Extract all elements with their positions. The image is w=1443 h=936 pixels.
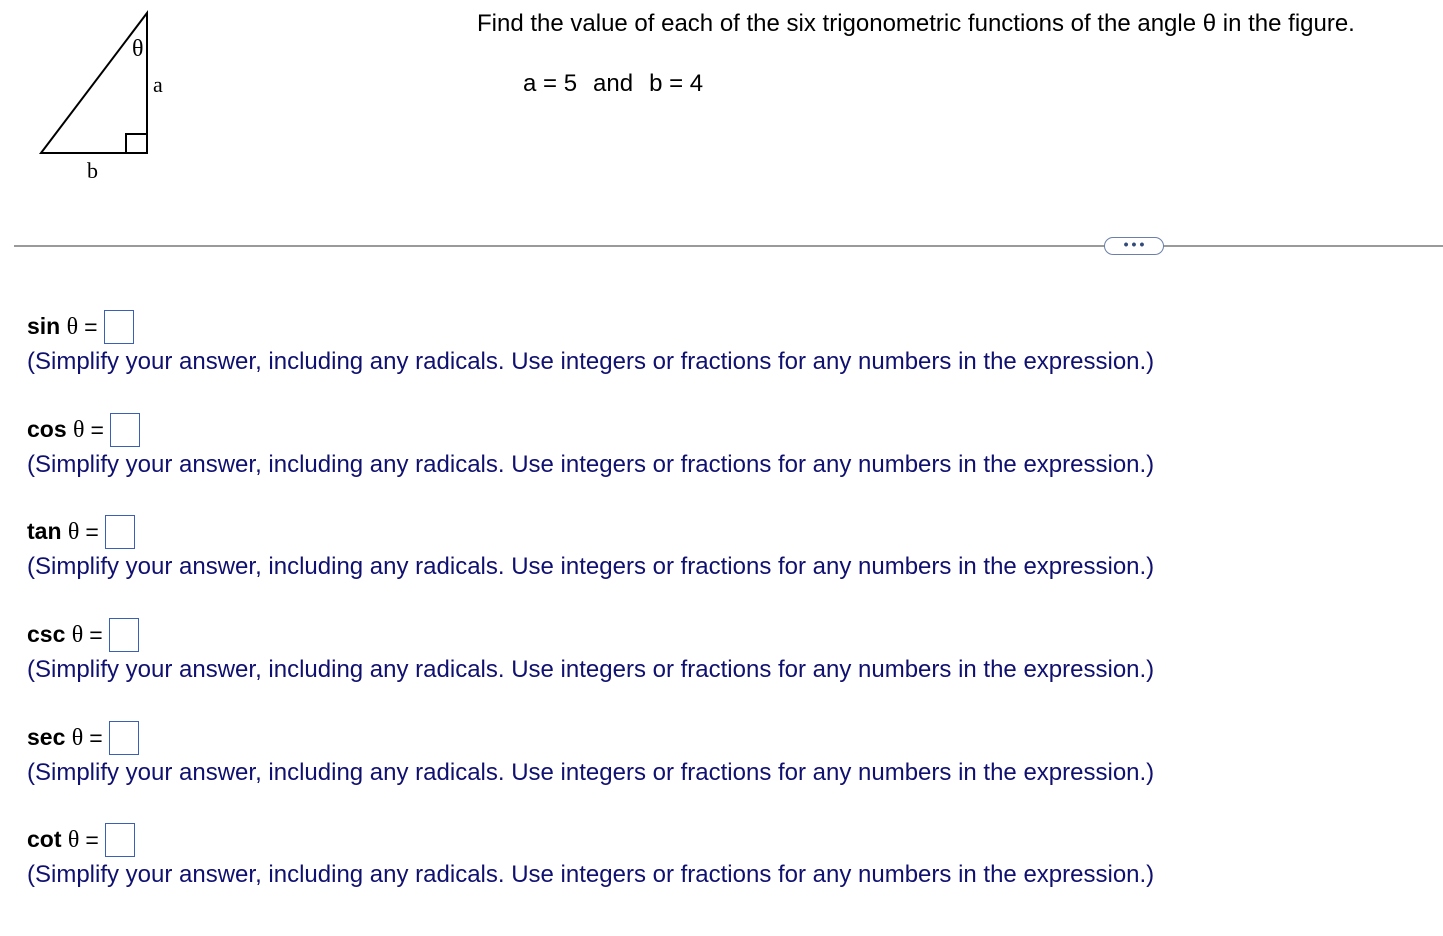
given-and: and bbox=[593, 70, 634, 97]
right-angle-marker bbox=[125, 133, 147, 153]
side-a-label: a bbox=[153, 72, 163, 97]
given-b: b = 4 bbox=[649, 70, 704, 97]
equals-sign: = bbox=[85, 518, 99, 545]
given-values: a = 5 and b = 4 bbox=[523, 70, 703, 98]
sec-hint: (Simplify your answer, including any rad… bbox=[27, 759, 1155, 786]
sin-answer-input[interactable] bbox=[103, 310, 134, 344]
sec-answer-row: sec θ = (Simplify your answer, including… bbox=[27, 719, 1154, 787]
cos-answer-row: cos θ = (Simplify your answer, including… bbox=[27, 411, 1154, 479]
cot-answer-input[interactable] bbox=[104, 823, 135, 857]
equals-sign: = bbox=[85, 826, 99, 853]
cot-label: cot θ bbox=[27, 826, 80, 853]
csc-hint: (Simplify your answer, including any rad… bbox=[27, 656, 1155, 683]
equals-sign: = bbox=[89, 724, 103, 751]
equals-sign: = bbox=[89, 621, 103, 648]
given-a: a = 5 bbox=[523, 70, 578, 97]
sin-hint: (Simplify your answer, including any rad… bbox=[27, 348, 1155, 375]
cos-label: cos θ bbox=[27, 416, 85, 443]
csc-label: csc θ bbox=[27, 621, 84, 648]
sin-answer-row: sin θ = (Simplify your answer, including… bbox=[27, 308, 1154, 376]
cos-answer-input[interactable] bbox=[109, 413, 140, 447]
tan-label: tan θ bbox=[27, 518, 80, 545]
right-triangle-figure: θ a b bbox=[38, 10, 163, 183]
page: θ a b Find the value of each of the six … bbox=[0, 0, 1443, 936]
ellipsis-icon: ••• bbox=[1123, 236, 1148, 252]
cot-answer-row: cot θ = (Simplify your answer, including… bbox=[27, 821, 1154, 889]
question-text: Find the value of each of the six trigon… bbox=[477, 10, 1355, 37]
csc-answer-input[interactable] bbox=[108, 618, 139, 652]
sec-label: sec θ bbox=[27, 724, 84, 751]
equals-sign: = bbox=[84, 313, 98, 340]
cot-hint: (Simplify your answer, including any rad… bbox=[27, 861, 1155, 888]
tan-answer-row: tan θ = (Simplify your answer, including… bbox=[27, 513, 1154, 581]
triangle-outline bbox=[38, 10, 148, 154]
tan-hint: (Simplify your answer, including any rad… bbox=[27, 553, 1155, 580]
side-b-label: b bbox=[87, 158, 98, 183]
more-options-button[interactable]: ••• bbox=[1104, 237, 1164, 255]
equals-sign: = bbox=[90, 416, 104, 443]
sin-label: sin θ bbox=[27, 313, 79, 340]
tan-answer-input[interactable] bbox=[104, 515, 135, 549]
csc-answer-row: csc θ = (Simplify your answer, including… bbox=[27, 616, 1154, 684]
section-divider bbox=[14, 245, 1443, 247]
sec-answer-input[interactable] bbox=[108, 721, 139, 755]
cos-hint: (Simplify your answer, including any rad… bbox=[27, 451, 1155, 478]
theta-label: θ bbox=[132, 36, 144, 62]
